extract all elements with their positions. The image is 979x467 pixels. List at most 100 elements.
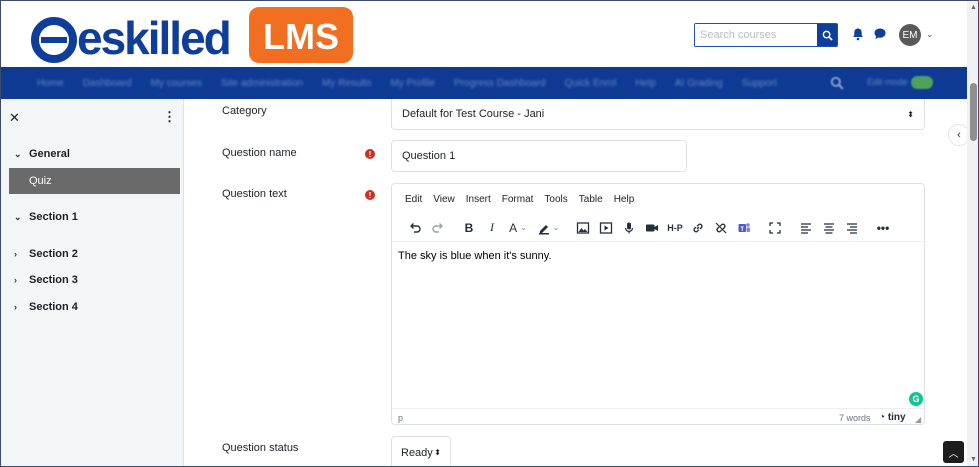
page-scrollbar[interactable]: ▲ ▼ [967, 1, 978, 466]
editor-menubar: Edit View Insert Format Tools Table Help [392, 184, 645, 214]
redo-icon[interactable] [427, 217, 449, 239]
course-search [694, 23, 838, 47]
scroll-thumb[interactable] [970, 83, 977, 141]
search-button[interactable] [817, 24, 837, 46]
category-value: Default for Test Course - Jani [402, 108, 545, 120]
section-label: General [29, 148, 70, 160]
bell-icon[interactable] [851, 27, 865, 41]
menu-insert[interactable]: Insert [466, 194, 491, 205]
italic-icon[interactable]: I [481, 217, 503, 239]
course-index-item-quiz[interactable]: Quiz [9, 168, 180, 194]
editor-content[interactable]: The sky is blue when it's sunny. [398, 250, 552, 262]
menu-help[interactable]: Help [614, 194, 635, 205]
search-input[interactable] [695, 24, 817, 46]
edit-mode-label: Edit mode [867, 77, 908, 87]
primary-navigation: Home Dashboard My courses Site administr… [1, 67, 967, 99]
unlink-icon[interactable] [710, 217, 732, 239]
category-label: Category [222, 105, 267, 117]
fullscreen-icon[interactable] [764, 217, 786, 239]
scroll-up-icon[interactable]: ▲ [970, 4, 977, 11]
section-label: Section 4 [29, 301, 78, 313]
nav-item-help[interactable]: Help [635, 78, 656, 89]
resize-handle-icon[interactable]: ◢ [915, 415, 921, 424]
word-count[interactable]: 7 words [839, 413, 871, 423]
video-camera-icon[interactable] [641, 217, 663, 239]
section-general[interactable]: ⌄ General [14, 148, 70, 160]
section-4[interactable]: › Section 4 [14, 301, 78, 313]
chat-icon[interactable] [873, 27, 887, 41]
align-right-icon[interactable] [841, 217, 863, 239]
chevron-right-icon[interactable]: › [14, 275, 24, 285]
question-status-label: Question status [222, 442, 299, 454]
required-icon: ! [365, 190, 375, 200]
chevron-right-icon[interactable]: › [14, 302, 24, 312]
section-label: Section 1 [29, 211, 78, 223]
nav-item-my-courses[interactable]: My courses [151, 78, 202, 89]
activity-label: Quiz [29, 175, 52, 187]
highlight-icon[interactable]: ⌄ [533, 217, 563, 239]
course-index-drawer: ✕ ⋮ ⌄ General Quiz ⌄ Section 1 › Section… [1, 99, 184, 466]
question-name-input[interactable]: Question 1 [391, 140, 687, 172]
chevron-down-icon[interactable]: ⌄ [14, 149, 24, 160]
menu-format[interactable]: Format [502, 194, 534, 205]
link-icon[interactable] [687, 217, 709, 239]
nav-item-ai-grading[interactable]: AI Grading [675, 78, 723, 89]
nav-item-site-administration[interactable]: Site administration [221, 78, 303, 89]
nav-item-progress-dashboard[interactable]: Progress Dashboard [454, 78, 546, 89]
microphone-icon[interactable] [618, 217, 640, 239]
category-select[interactable]: Default for Test Course - Jani ⬍ [391, 99, 925, 130]
chevron-left-icon: ‹ [957, 129, 961, 141]
select-arrows-icon: ⬍ [434, 448, 441, 457]
close-drawer-icon[interactable]: ✕ [9, 110, 20, 126]
nav-item-support[interactable]: Support [742, 78, 777, 89]
question-name-value: Question 1 [402, 150, 456, 162]
user-avatar[interactable]: EM [899, 24, 921, 46]
edit-mode-toggle[interactable] [911, 76, 933, 89]
align-left-icon[interactable] [795, 217, 817, 239]
more-tools-icon[interactable]: ••• [872, 217, 894, 239]
editor-toolbar: B I A ⌄ ⌄ H-P T ••• [392, 214, 924, 242]
nav-item-my-results[interactable]: My Results [322, 78, 371, 89]
question-status-select[interactable]: Ready ⬍ [391, 436, 451, 466]
rich-text-editor: Edit View Insert Format Tools Table Help… [391, 183, 925, 425]
media-icon[interactable] [595, 217, 617, 239]
nav-item-dashboard[interactable]: Dashboard [83, 78, 132, 89]
text-color-icon[interactable]: A ⌄ [504, 217, 532, 239]
required-icon: ! [365, 149, 375, 159]
svg-text:T: T [740, 226, 744, 232]
section-2[interactable]: › Section 2 [14, 248, 78, 260]
align-center-icon[interactable] [818, 217, 840, 239]
chevron-up-icon: ︿ [948, 448, 959, 460]
teams-icon[interactable]: T [733, 217, 755, 239]
chevron-right-icon[interactable]: › [14, 249, 24, 259]
undo-icon[interactable] [404, 217, 426, 239]
nav-search-icon[interactable] [830, 76, 844, 90]
menu-tools[interactable]: Tools [544, 194, 567, 205]
more-options-icon[interactable]: ⋮ [163, 110, 176, 123]
scroll-down-icon[interactable]: ▼ [970, 456, 977, 463]
back-to-top-button[interactable]: ︿ [943, 441, 964, 463]
question-text-label: Question text [222, 188, 287, 200]
element-path[interactable]: p [398, 413, 403, 423]
section-label: Section 2 [29, 248, 78, 260]
nav-item-home[interactable]: Home [37, 78, 64, 89]
menu-view[interactable]: View [433, 194, 455, 205]
question-edit-form: Category Default for Test Course - Jani … [185, 99, 967, 466]
section-3[interactable]: › Section 3 [14, 274, 78, 286]
logo-badge-text: LMS [263, 16, 339, 57]
eskilled-lms-logo[interactable]: eskilled LMS [31, 7, 361, 63]
bold-icon[interactable]: B [458, 217, 480, 239]
nav-item-quick-enrol[interactable]: Quick Enrol [565, 78, 617, 89]
h5p-icon[interactable]: H-P [664, 217, 686, 239]
question-name-label: Question name [222, 147, 297, 159]
section-1[interactable]: ⌄ Section 1 [14, 211, 78, 223]
chevron-down-icon[interactable]: ⌄ [14, 212, 24, 223]
user-menu-chevron-icon[interactable]: ⌄ [926, 29, 934, 40]
menu-table[interactable]: Table [579, 194, 603, 205]
tiny-logo[interactable]: ◔ tiny [879, 412, 906, 423]
image-icon[interactable] [572, 217, 594, 239]
grammarly-icon[interactable]: G [909, 392, 923, 406]
menu-edit[interactable]: Edit [405, 194, 422, 205]
nav-item-my-profile[interactable]: My Profile [390, 78, 434, 89]
logo-text: eskilled [77, 12, 230, 63]
